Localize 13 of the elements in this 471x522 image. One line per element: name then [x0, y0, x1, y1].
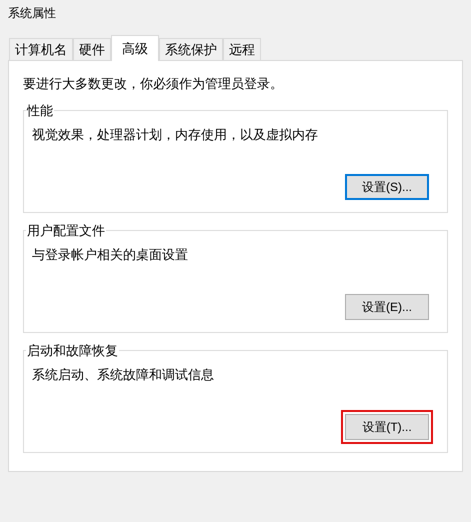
- tab[interactable]: 高级: [111, 35, 159, 61]
- group-description: 系统启动、系统故障和调试信息: [32, 366, 215, 384]
- group-description: 视觉效果，处理器计划，内存使用，以及虚拟内存: [32, 126, 319, 144]
- group-description: 与登录帐户相关的桌面设置: [32, 246, 189, 264]
- tab[interactable]: 系统保护: [159, 38, 223, 60]
- admin-notice: 要进行大多数更改，你必须作为管理员登录。: [23, 75, 284, 93]
- tab[interactable]: 远程: [223, 38, 261, 60]
- settings-button[interactable]: 设置(S)...: [345, 174, 429, 200]
- window-title: 系统属性: [7, 5, 57, 22]
- tab[interactable]: 计算机名: [9, 38, 73, 60]
- settings-button[interactable]: 设置(E)...: [345, 294, 429, 320]
- settings-button[interactable]: 设置(T)...: [345, 414, 429, 440]
- tab[interactable]: 硬件: [73, 38, 111, 60]
